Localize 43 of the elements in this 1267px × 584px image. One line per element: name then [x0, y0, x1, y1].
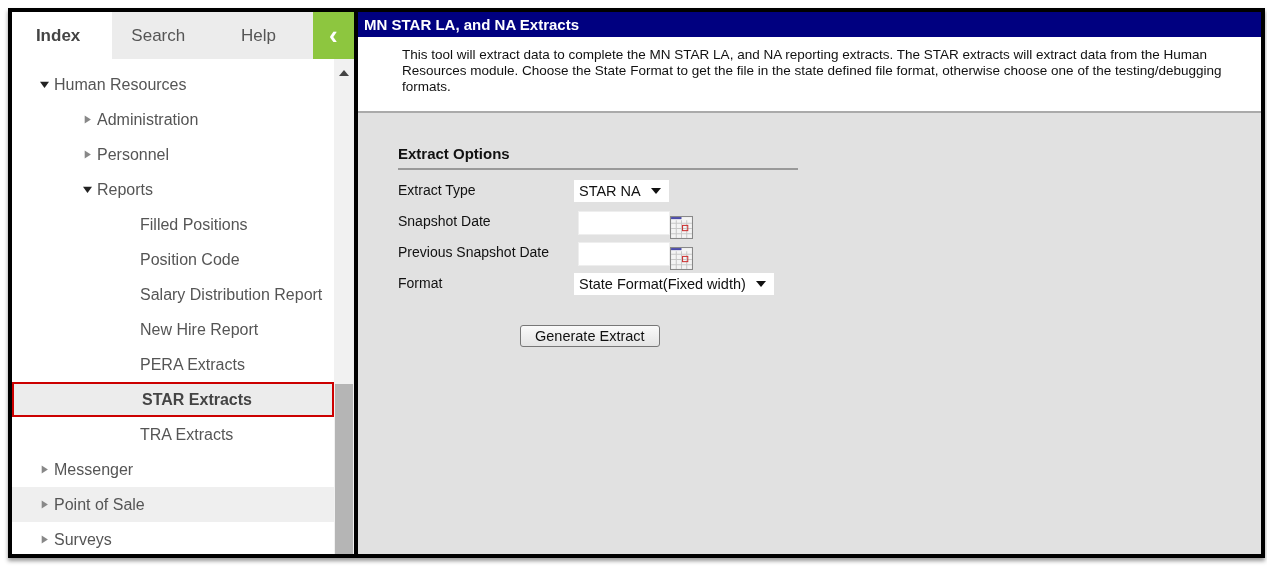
- dropdown[interactable]: STAR NA: [574, 180, 669, 202]
- caret-right-icon: [40, 500, 49, 509]
- tree-item[interactable]: Personnel: [12, 137, 334, 172]
- tree-item[interactable]: Salary Distribution Report: [12, 277, 334, 312]
- field-label: Previous Snapshot Date: [398, 243, 550, 260]
- page-title: MN STAR LA, and NA Extracts: [358, 12, 1261, 37]
- caret-down-icon: [40, 80, 49, 89]
- calendar-icon[interactable]: [670, 247, 693, 270]
- calendar-icon[interactable]: [670, 216, 693, 239]
- tree-item[interactable]: PERA Extracts: [12, 347, 334, 382]
- field-label: Snapshot Date: [398, 212, 492, 229]
- tree-item[interactable]: Position Code: [12, 242, 334, 277]
- tree-item[interactable]: STAR Extracts: [12, 382, 334, 417]
- field-label: Format: [398, 274, 444, 291]
- dropdown[interactable]: State Format(Fixed width): [574, 273, 774, 295]
- caret-right-icon: [83, 150, 92, 159]
- generate-extract-button[interactable]: Generate Extract: [520, 325, 660, 347]
- description-text: This tool will extract data to complete the MN STAR LA, and NA reporting extracts. The STAR extracts will extract data from the Human Resources module. Choose the State Format to get the file in the state defined file format, otherwise choose one of the testing/debugging formats.: [402, 47, 1223, 95]
- tree-item[interactable]: Reports: [12, 172, 334, 207]
- tree-item[interactable]: New Hire Report: [12, 312, 334, 347]
- tree-item[interactable]: Surveys: [12, 522, 334, 554]
- tree-item[interactable]: Filled Positions: [12, 207, 334, 242]
- caret-down-icon: [83, 185, 92, 194]
- tree-item[interactable]: Administration: [12, 102, 334, 137]
- date-field[interactable]: [578, 242, 670, 266]
- caret-right-icon: [83, 115, 92, 124]
- section-heading: Extract Options: [398, 145, 798, 170]
- caret-icon: [755, 281, 766, 287]
- scroll-up-icon[interactable]: [339, 70, 349, 76]
- tab[interactable]: Index: [12, 12, 113, 59]
- date-field[interactable]: [578, 211, 670, 235]
- caret-icon: [650, 188, 661, 194]
- scrollbar[interactable]: [334, 59, 354, 554]
- tree-item[interactable]: Point of Sale: [12, 487, 334, 522]
- field-label: Extract Type: [398, 181, 477, 198]
- tab[interactable]: Search: [112, 12, 213, 59]
- caret-right-icon: [40, 535, 49, 544]
- tree-item[interactable]: Messenger: [12, 452, 334, 487]
- tree-item[interactable]: TRA Extracts: [12, 417, 334, 452]
- scrollbar-thumb[interactable]: [335, 384, 353, 554]
- tree-item[interactable]: Human Resources: [12, 67, 334, 102]
- caret-right-icon: [40, 465, 49, 474]
- tab[interactable]: Help: [212, 12, 313, 59]
